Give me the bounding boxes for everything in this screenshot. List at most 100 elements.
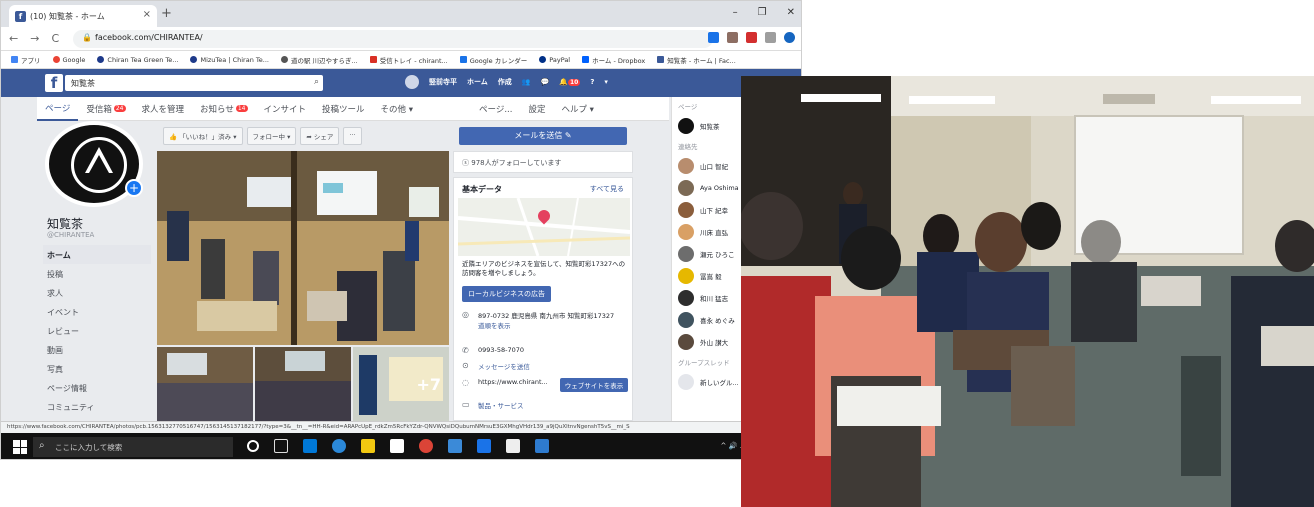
tab-notifications[interactable]: お知らせ 14 bbox=[192, 103, 255, 115]
followers-card: ⓢ 978人がフォローしています bbox=[453, 151, 633, 173]
extension-icons bbox=[708, 32, 795, 43]
messenger-icon: ⊙ bbox=[462, 361, 469, 370]
file-explorer-icon[interactable] bbox=[361, 439, 375, 453]
website-text[interactable]: https://www.chirant... bbox=[478, 378, 548, 386]
liked-button[interactable]: 👍 「いいね！」済み ▾ bbox=[163, 127, 243, 145]
tab-help[interactable]: ヘルプ ▾ bbox=[553, 103, 601, 115]
address-text: 897-0732 鹿児島県 南九州市 知覧町彩17327 bbox=[478, 312, 615, 320]
mail-icon[interactable] bbox=[303, 439, 317, 453]
bookmark-item[interactable]: MizuTea | Chiran Te... bbox=[190, 56, 269, 64]
messenger-icon[interactable]: 💬 bbox=[541, 78, 550, 86]
bookmark-item[interactable]: PayPal bbox=[539, 56, 570, 64]
tab-settings[interactable]: 設定 bbox=[520, 103, 553, 115]
app-icon[interactable] bbox=[477, 439, 491, 453]
thumbnail-photo[interactable] bbox=[255, 347, 351, 421]
tab-publishing-tools[interactable]: 投稿ツール bbox=[314, 103, 373, 115]
user-name-link[interactable]: 竪前寺平 bbox=[429, 77, 457, 87]
forward-arrow-icon[interactable]: → bbox=[30, 32, 39, 45]
thumbnail-photo[interactable]: +7 bbox=[353, 347, 449, 421]
bookmark-item[interactable]: ホーム - Dropbox bbox=[582, 55, 645, 65]
send-message-link[interactable]: メッセージを送信 bbox=[478, 361, 530, 371]
bookmark-item[interactable]: 道の駅 川辺やすらぎ... bbox=[280, 55, 358, 65]
account-menu-icon[interactable]: ▾ bbox=[604, 78, 608, 86]
extension-icon[interactable] bbox=[727, 32, 738, 43]
bookmark-item[interactable]: 受信トレイ - chirant... bbox=[369, 55, 448, 65]
app-icon[interactable] bbox=[535, 439, 549, 453]
tab-more[interactable]: その他 ▾ bbox=[373, 103, 421, 115]
left-menu-item[interactable]: レビュー bbox=[43, 321, 151, 340]
more-options-button[interactable]: ··· bbox=[343, 127, 362, 145]
left-menu-item[interactable]: 投稿 bbox=[43, 264, 151, 283]
see-all-link[interactable]: すべて見る bbox=[590, 184, 624, 194]
local-ads-button[interactable]: ローカルビジネスの広告 bbox=[462, 286, 551, 302]
help-icon[interactable]: ? bbox=[590, 78, 594, 86]
tab-page[interactable]: ページ bbox=[37, 97, 79, 121]
tab-close-icon[interactable]: × bbox=[143, 9, 151, 20]
search-icon[interactable]: ⌕ bbox=[314, 77, 319, 87]
phone-icon: ✆ bbox=[462, 346, 469, 355]
add-photo-icon[interactable]: + bbox=[125, 179, 143, 197]
message-row: ⊙ メッセージを送信 bbox=[462, 361, 630, 371]
share-button[interactable]: ➦ シェア bbox=[300, 127, 340, 145]
tab-page-switch[interactable]: ページ... bbox=[471, 103, 520, 115]
left-menu-item[interactable]: ページ情報 bbox=[43, 378, 151, 397]
bookmark-item[interactable]: アプリ bbox=[11, 55, 41, 65]
lock-icon: 🔒 bbox=[82, 33, 92, 42]
left-menu-item[interactable]: ホーム bbox=[43, 245, 151, 264]
category-link[interactable]: 製品・サービス bbox=[478, 400, 524, 410]
maximize-icon[interactable]: ❐ bbox=[758, 7, 767, 18]
home-link[interactable]: ホーム bbox=[467, 77, 488, 87]
view-website-button[interactable]: ウェブサイトを表示 bbox=[559, 378, 629, 392]
chrome-icon[interactable] bbox=[419, 439, 433, 453]
send-message-button[interactable]: メールを送信 ✎ bbox=[459, 127, 627, 145]
app-icon[interactable] bbox=[506, 439, 520, 453]
directions-link[interactable]: 道順を表示 bbox=[478, 322, 511, 330]
following-button[interactable]: フォロー中 ▾ bbox=[246, 127, 297, 145]
user-avatar-icon[interactable] bbox=[405, 75, 419, 89]
windows-taskbar: ⌕ ここに入力して検索 ^ 🔊 ☁ 🖫 🔉 👤 ⓘ 20 bbox=[1, 433, 801, 459]
bookmark-item[interactable]: Google カレンダー bbox=[459, 55, 527, 65]
app-icon[interactable] bbox=[448, 439, 462, 453]
thumbnail-photo[interactable] bbox=[157, 347, 253, 421]
new-tab-icon[interactable]: + bbox=[161, 6, 172, 21]
bookmark-item[interactable]: Chiran Tea Green Te... bbox=[97, 56, 178, 64]
profile-avatar-icon[interactable] bbox=[784, 32, 795, 43]
back-arrow-icon[interactable]: ← bbox=[9, 32, 18, 45]
browser-tab[interactable]: f (10) 知覧茶 - ホーム × bbox=[9, 5, 157, 27]
create-link[interactable]: 作成 bbox=[498, 77, 512, 87]
contact-avatar-icon bbox=[678, 290, 694, 306]
reload-icon[interactable]: C bbox=[51, 32, 59, 45]
cover-photo[interactable] bbox=[157, 151, 449, 345]
search-value: 知覧茶 bbox=[71, 79, 95, 88]
url-field[interactable]: 🔒 facebook.com/CHIRANTEA/ bbox=[73, 30, 713, 48]
notifications-icon[interactable]: 🔔 10 bbox=[559, 78, 581, 86]
friends-icon[interactable]: 👥 bbox=[522, 78, 531, 86]
meeting-room-photo bbox=[157, 151, 449, 345]
windows-start-icon[interactable] bbox=[13, 440, 27, 454]
facebook-favicon-icon: f bbox=[15, 10, 26, 22]
left-menu-item[interactable]: コミュニティ bbox=[43, 397, 151, 416]
facebook-logo-icon[interactable]: f bbox=[45, 74, 63, 92]
tab-inbox[interactable]: 受信箱 24 bbox=[78, 103, 133, 115]
tab-insights[interactable]: インサイト bbox=[256, 103, 315, 115]
store-icon[interactable] bbox=[390, 439, 404, 453]
task-view-icon[interactable] bbox=[274, 439, 288, 453]
star-icon[interactable] bbox=[708, 32, 719, 43]
close-window-icon[interactable]: ✕ bbox=[787, 7, 795, 18]
minimize-icon[interactable]: – bbox=[733, 7, 738, 18]
left-menu-item[interactable]: 写真 bbox=[43, 359, 151, 378]
location-map[interactable] bbox=[458, 198, 630, 256]
extension-icon[interactable] bbox=[746, 32, 757, 43]
extension-icon[interactable] bbox=[765, 32, 776, 43]
contact-avatar-icon bbox=[678, 334, 694, 350]
edge-icon[interactable] bbox=[332, 439, 346, 453]
facebook-search-input[interactable]: 知覧茶 ⌕ bbox=[65, 75, 323, 91]
left-menu-item[interactable]: 求人 bbox=[43, 283, 151, 302]
left-menu-item[interactable]: 動画 bbox=[43, 340, 151, 359]
cortana-icon[interactable] bbox=[247, 440, 259, 452]
left-menu-item[interactable]: イベント bbox=[43, 302, 151, 321]
bookmark-item[interactable]: 知覧茶 - ホーム | Fac... bbox=[657, 55, 736, 65]
tab-manage-jobs[interactable]: 求人を管理 bbox=[134, 103, 193, 115]
taskbar-search-input[interactable]: ⌕ ここに入力して検索 bbox=[33, 437, 233, 457]
bookmark-item[interactable]: Google bbox=[52, 56, 85, 64]
